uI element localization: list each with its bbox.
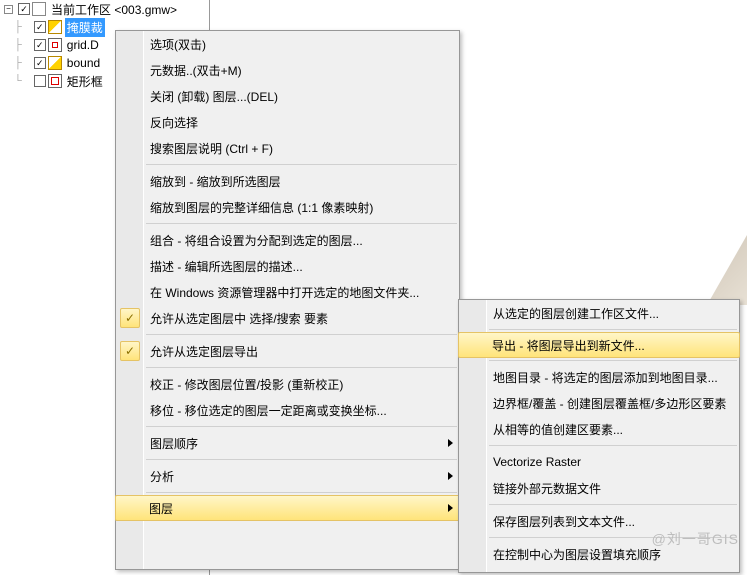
- layer-checkbox[interactable]: [34, 75, 46, 87]
- menu-separator: [489, 537, 737, 538]
- menu-item[interactable]: 保存图层列表到文本文件...: [459, 508, 739, 534]
- menu-item[interactable]: 描述 - 编辑所选图层的描述...: [116, 253, 459, 279]
- layer-label: 掩膜裁: [65, 18, 105, 37]
- menu-separator: [146, 164, 457, 165]
- layer-context-menu: 选项(双击) 元数据..(双击+M) 关闭 (卸载) 图层...(DEL) 反向选择搜…: [115, 30, 460, 570]
- menu-item-label: 保存图层列表到文本文件...: [493, 513, 635, 530]
- menu-separator: [146, 459, 457, 460]
- menu-separator: [146, 367, 457, 368]
- layer-type-icon: [48, 20, 62, 34]
- menu-item[interactable]: 校正 - 修改图层位置/投影 (重新校正): [116, 371, 459, 397]
- menu-item-label: 反向选择: [150, 114, 198, 131]
- menu-item-label: 地图目录 - 将选定的图层添加到地图目录...: [493, 369, 718, 386]
- tree-root-label: 当前工作区 <003.gmw>: [49, 0, 179, 19]
- menu-item[interactable]: Vectorize Raster: [459, 449, 739, 475]
- layer-label: 矩形框: [65, 72, 105, 91]
- menu-item-label: 选项(双击): [150, 36, 206, 53]
- submenu-arrow-icon: [448, 439, 453, 447]
- menu-item-label: 允许从选定图层中 选择/搜索 要素: [150, 310, 328, 327]
- check-icon: [120, 308, 140, 328]
- menu-item[interactable]: 从选定的图层创建工作区文件...: [459, 300, 739, 326]
- menu-item-label: 图层: [149, 500, 173, 517]
- menu-item[interactable]: 在控制中心为图层设置填充顺序: [459, 541, 739, 567]
- menu-item[interactable]: 组合 - 将组合设置为分配到选定的图层...: [116, 227, 459, 253]
- menu-item[interactable]: 元数据..(双击+M): [116, 57, 459, 83]
- menu-separator: [489, 360, 737, 361]
- menu-item[interactable]: 缩放到图层的完整详细信息 (1:1 像素映射): [116, 194, 459, 220]
- menu-separator: [146, 426, 457, 427]
- root-checkbox[interactable]: [18, 3, 30, 15]
- menu-item[interactable]: 移位 - 移位选定的图层一定距离或变换坐标...: [116, 397, 459, 423]
- layer-label: bound: [65, 55, 102, 71]
- menu-item[interactable]: 搜索图层说明 (Ctrl + F): [116, 135, 459, 161]
- menu-item-label: 在 Windows 资源管理器中打开选定的地图文件夹...: [150, 284, 419, 301]
- tree-root-row[interactable]: − 当前工作区 <003.gmw>: [0, 0, 209, 18]
- menu-item[interactable]: 边界框/覆盖 - 创建图层覆盖框/多边形区要素: [459, 390, 739, 416]
- menu-separator: [146, 334, 457, 335]
- check-icon: [120, 341, 140, 361]
- menu-item[interactable]: 从相等的值创建区要素...: [459, 416, 739, 442]
- menu-item-label: 校正 - 修改图层位置/投影 (重新校正): [150, 376, 343, 393]
- menu-item-label: 图层顺序: [150, 435, 198, 452]
- menu-separator: [489, 504, 737, 505]
- menu-item-label: 描述 - 编辑所选图层的描述...: [150, 258, 303, 275]
- layer-checkbox[interactable]: [34, 57, 46, 69]
- menu-item[interactable]: 图层顺序: [116, 430, 459, 456]
- collapse-icon[interactable]: −: [4, 5, 13, 14]
- menu-separator: [489, 445, 737, 446]
- menu-item[interactable]: 在 Windows 资源管理器中打开选定的地图文件夹...: [116, 279, 459, 305]
- workspace-icon: [32, 2, 46, 16]
- tree-branch-icon: └: [14, 75, 21, 87]
- menu-item-label: 移位 - 移位选定的图层一定距离或变换坐标...: [150, 402, 387, 419]
- menu-separator: [489, 329, 737, 330]
- layer-checkbox[interactable]: [34, 39, 46, 51]
- tree-branch-icon: ├: [14, 21, 21, 33]
- submenu-arrow-icon: [448, 504, 453, 512]
- menu-item-label: 从选定的图层创建工作区文件...: [493, 305, 659, 322]
- menu-item-label: 边界框/覆盖 - 创建图层覆盖框/多边形区要素: [493, 395, 726, 412]
- menu-item-label: 分析: [150, 468, 174, 485]
- menu-item[interactable]: 缩放到 - 缩放到所选图层: [116, 168, 459, 194]
- layer-type-icon: [48, 38, 62, 52]
- menu-item[interactable]: 关闭 (卸载) 图层...(DEL): [116, 83, 459, 109]
- menu-item-label: 允许从选定图层导出: [150, 343, 258, 360]
- menu-item[interactable]: 地图目录 - 将选定的图层添加到地图目录...: [459, 364, 739, 390]
- menu-item[interactable]: 选项(双击): [116, 31, 459, 57]
- menu-item-label: 导出 - 将图层导出到新文件...: [492, 337, 645, 354]
- menu-item-label: Vectorize Raster: [493, 455, 581, 469]
- submenu-arrow-icon: [448, 472, 453, 480]
- menu-item[interactable]: 反向选择: [116, 109, 459, 135]
- menu-item[interactable]: 图层: [115, 495, 460, 521]
- menu-item-label: 缩放到图层的完整详细信息 (1:1 像素映射): [150, 199, 373, 216]
- tree-branch-icon: ├: [14, 39, 21, 51]
- menu-item[interactable]: 导出 - 将图层导出到新文件...: [458, 332, 740, 358]
- menu-item-label: 缩放到 - 缩放到所选图层: [150, 173, 281, 190]
- layer-submenu: 从选定的图层创建工作区文件... 导出 - 将图层导出到新文件... 地图目录 - …: [458, 299, 740, 573]
- menu-item[interactable]: 允许从选定图层导出: [116, 338, 459, 364]
- menu-separator: [146, 223, 457, 224]
- menu-separator: [146, 492, 457, 493]
- layer-label: grid.D: [65, 37, 101, 53]
- layer-checkbox[interactable]: [34, 21, 46, 33]
- menu-item[interactable]: 链接外部元数据文件: [459, 475, 739, 501]
- menu-item-label: 元数据..(双击+M): [150, 62, 242, 79]
- menu-item-label: 在控制中心为图层设置填充顺序: [493, 546, 661, 563]
- menu-item-label: 组合 - 将组合设置为分配到选定的图层...: [150, 232, 363, 249]
- menu-item-label: 从相等的值创建区要素...: [493, 421, 623, 438]
- tree-branch-icon: ├: [14, 57, 21, 69]
- menu-item-label: 搜索图层说明 (Ctrl + F): [150, 140, 273, 157]
- menu-item[interactable]: 允许从选定图层中 选择/搜索 要素: [116, 305, 459, 331]
- menu-item[interactable]: 分析: [116, 463, 459, 489]
- menu-item-label: 关闭 (卸载) 图层...(DEL): [150, 88, 278, 105]
- layer-type-icon: [48, 56, 62, 70]
- menu-item-label: 链接外部元数据文件: [493, 480, 601, 497]
- background-image-corner: [707, 235, 747, 305]
- layer-type-icon: [48, 74, 62, 88]
